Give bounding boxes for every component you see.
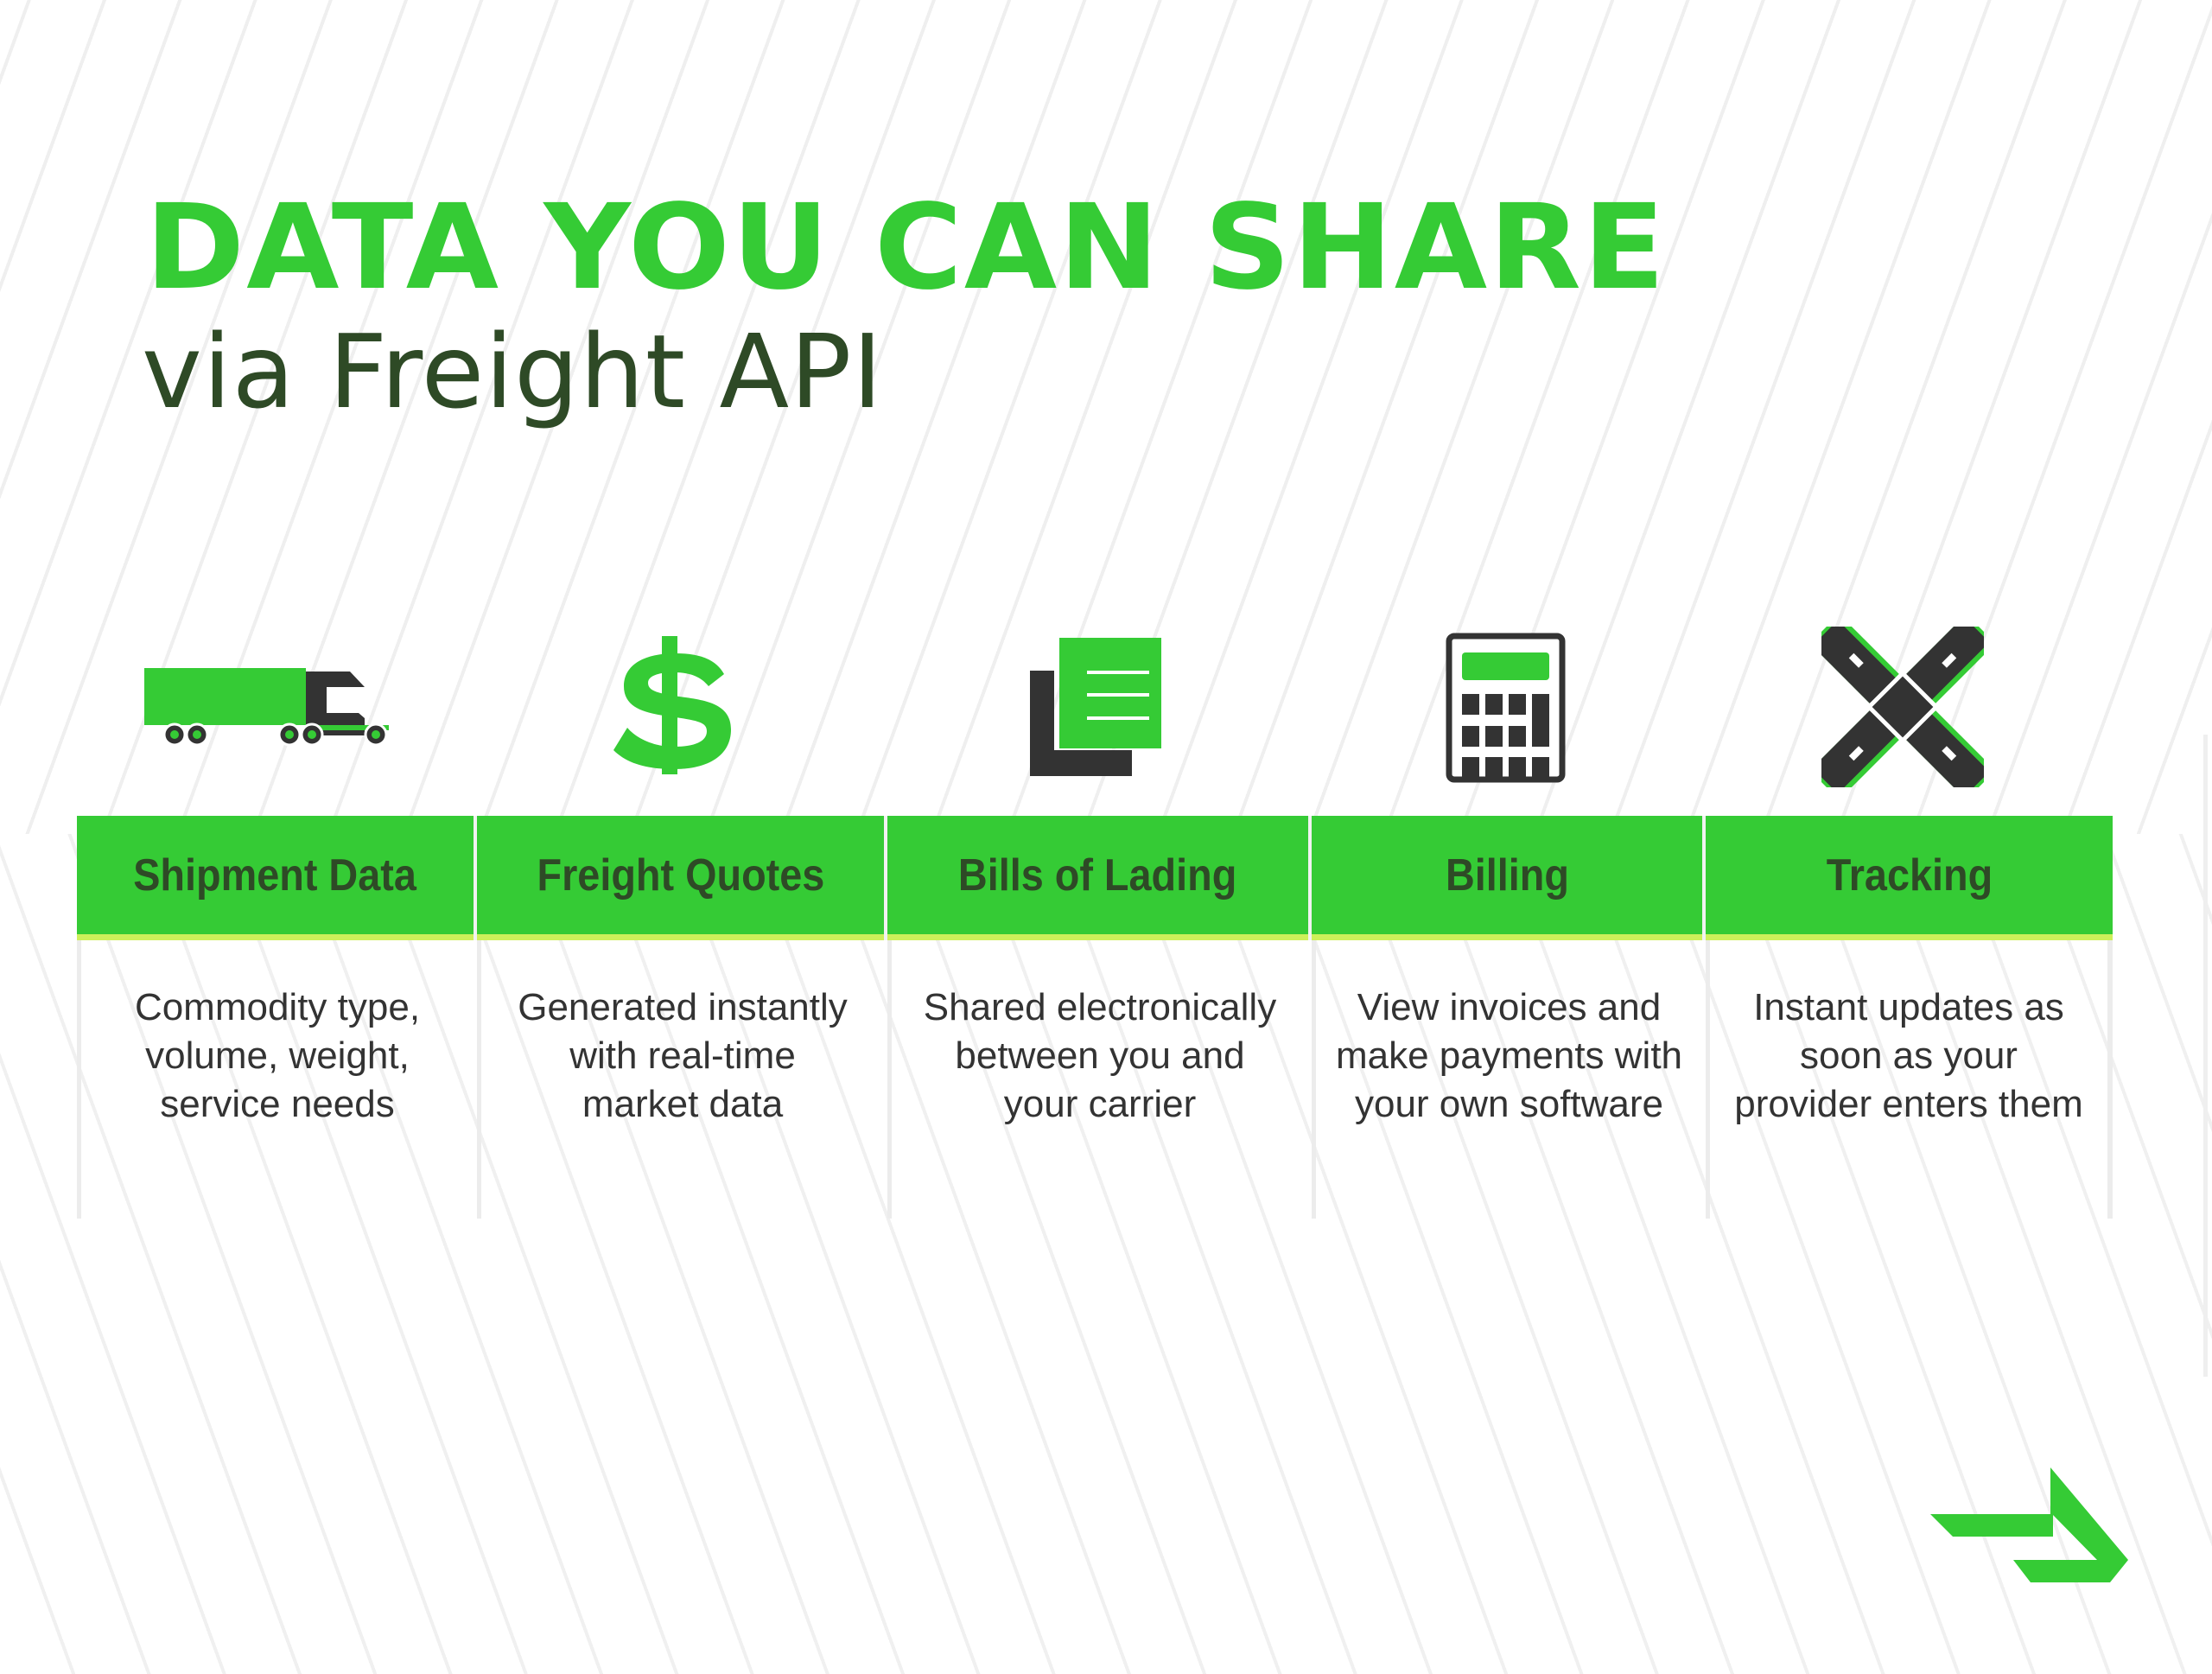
road-intersection-icon (1821, 627, 1984, 787)
column-header: Freight Quotes (477, 816, 884, 940)
column-header-label: Bills of Lading (958, 850, 1237, 901)
column-freight-quotes: Freight Quotes Generated instantly with … (477, 816, 884, 1219)
column-tracking: Tracking Instant updates as soon as your… (1706, 816, 2113, 1219)
column-body: Instant updates as soon as your provider… (1706, 940, 2113, 1219)
column-header-label: Billing (1445, 850, 1569, 901)
arrow-logo-icon (1930, 1467, 2128, 1582)
column-header: Shipment Data (77, 816, 474, 940)
page-title: DATA YOU CAN SHARE (145, 180, 1667, 316)
dollar-icon (613, 636, 731, 774)
calculator-icon (1446, 633, 1566, 783)
column-header: Bills of Lading (887, 816, 1308, 940)
column-billing: Billing View invoices and make payments … (1312, 816, 1702, 1219)
column-description: Generated instantly with real-time marke… (518, 986, 848, 1125)
column-body: Commodity type, volume, weight, service … (77, 940, 474, 1219)
column-header-label: Freight Quotes (537, 850, 824, 901)
truck-icon (144, 668, 389, 747)
column-description: Commodity type, volume, weight, service … (134, 986, 421, 1125)
column-bills-of-lading: Bills of Lading Shared electronically be… (887, 816, 1308, 1219)
document-icon (1030, 638, 1161, 776)
column-header: Tracking (1706, 816, 2113, 940)
column-body: Generated instantly with real-time marke… (477, 940, 884, 1219)
column-header-label: Shipment Data (133, 850, 417, 901)
column-header: Billing (1312, 816, 1702, 940)
edge-divider (2203, 735, 2208, 1377)
column-description: Shared electronically between you and yo… (923, 986, 1277, 1125)
column-header-label: Tracking (1826, 850, 1993, 901)
column-body: View invoices and make payments with you… (1312, 940, 1702, 1219)
column-body: Shared electronically between you and yo… (887, 940, 1308, 1219)
page-subtitle: via Freight API (142, 312, 884, 431)
column-description: Instant updates as soon as your provider… (1734, 986, 2083, 1125)
column-shipment-data: Shipment Data Commodity type, volume, we… (77, 816, 474, 1219)
column-description: View invoices and make payments with you… (1335, 986, 1683, 1125)
data-types-table: Shipment Data Commodity type, volume, we… (77, 816, 2113, 1219)
